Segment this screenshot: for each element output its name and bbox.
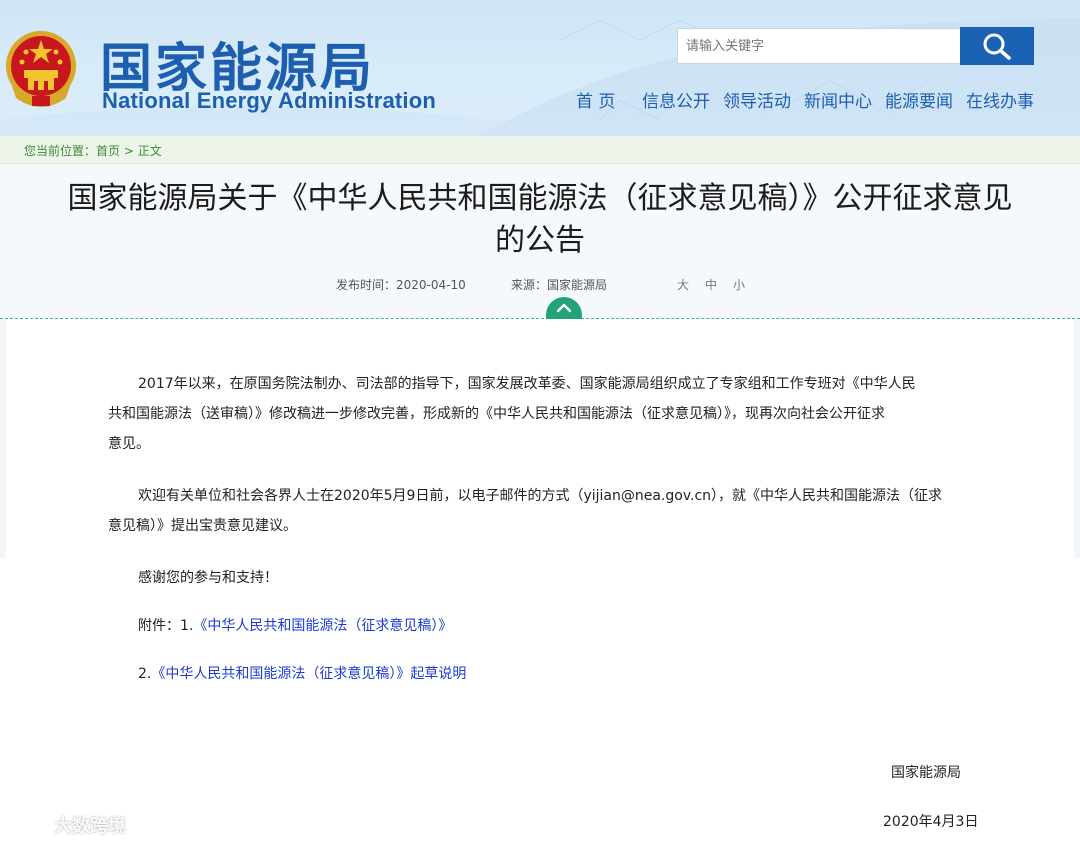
paragraph-1-line2: 共和国能源法（送审稿）》修改稿进一步修改完善，形成新的《中华人民共和国能源法（征… <box>108 406 885 422</box>
left-gutter <box>0 318 6 558</box>
nav-leadership[interactable]: 领导活动 <box>723 87 791 112</box>
breadcrumb-prefix: 您当前位置： <box>24 144 97 158</box>
attachment-label: 附件：1. <box>138 618 194 634</box>
breadcrumb: 您当前位置：首页 > 正文 <box>0 136 1080 164</box>
watermark-logo <box>10 818 50 836</box>
font-size-large[interactable]: 大 <box>677 278 689 292</box>
paragraph-2: 欢迎有关单位和社会各界人士在2020年5月9日前，以电子邮件的方式（yijian… <box>108 481 980 541</box>
attachment-2-number: 2. <box>138 666 152 682</box>
attachment-1: 附件：1.《中华人民共和国能源法（征求意见稿）》 <box>108 611 980 641</box>
publish-date: 2020-04-10 <box>396 278 466 292</box>
watermark: 大数跨境 <box>10 812 126 838</box>
paragraph-1-line3: 意见。 <box>108 436 150 452</box>
font-size-medium[interactable]: 中 <box>705 278 717 292</box>
sign-date: 2020年4月3日 <box>883 814 979 830</box>
paragraph-1-line1: 2017年以来，在原国务院法制办、司法部的指导下，国家发展改革委、国家能源局组织… <box>138 376 916 392</box>
title-divider <box>0 318 1080 319</box>
breadcrumb-current: 正文 <box>137 144 162 158</box>
chevron-up-icon <box>557 303 571 313</box>
source-label: 来源： <box>511 278 548 292</box>
attachment-1-link[interactable]: 《中华人民共和国能源法（征求意见稿）》 <box>193 618 452 634</box>
article-title-line2: 的公告 <box>495 223 585 258</box>
font-size-controls: 大中小 <box>677 276 761 293</box>
site-header: 国家能源局 National Energy Administration 首 页… <box>0 0 1080 136</box>
watermark-text: 大数跨境 <box>54 816 126 837</box>
search-button[interactable] <box>960 27 1034 65</box>
source-info: 来源：国家能源局 <box>511 276 607 293</box>
main-nav: 首 页 信息公开 领导活动 新闻中心 能源要闻 在线办事 <box>0 87 1080 112</box>
right-gutter <box>1074 318 1080 558</box>
nav-home[interactable]: 首 页 <box>576 87 615 112</box>
attachment-2: 2.《中华人民共和国能源法（征求意见稿）》起草说明 <box>108 659 980 689</box>
paragraph-1: 2017年以来，在原国务院法制办、司法部的指导下，国家发展改革委、国家能源局组织… <box>108 369 980 459</box>
article-title-line1: 国家能源局关于《中华人民共和国能源法（征求意见稿）》公开征求意见 <box>67 181 1013 216</box>
signature: 国家能源局 <box>891 765 961 781</box>
publish-info: 发布时间：2020-04-10 <box>336 276 466 293</box>
nav-info-disclosure[interactable]: 信息公开 <box>642 87 710 112</box>
article-title: 国家能源局关于《中华人民共和国能源法（征求意见稿）》公开征求意见 的公告 <box>0 178 1080 262</box>
paragraph-2-line2: 意见稿）》提出宝贵意见建议。 <box>108 518 297 534</box>
breadcrumb-home[interactable]: 首页 <box>96 144 120 158</box>
nav-online-services[interactable]: 在线办事 <box>966 87 1034 112</box>
search-icon <box>983 33 1011 60</box>
font-size-small[interactable]: 小 <box>733 278 745 292</box>
source-value: 国家能源局 <box>547 278 608 292</box>
nav-energy-news[interactable]: 能源要闻 <box>885 87 953 112</box>
paragraph-2-line1: 欢迎有关单位和社会各界人士在2020年5月9日前，以电子邮件的方式（yijian… <box>138 488 943 504</box>
attachment-2-link[interactable]: 《中华人民共和国能源法（征求意见稿）》起草说明 <box>151 666 466 682</box>
search-input[interactable] <box>677 28 961 64</box>
nav-news[interactable]: 新闻中心 <box>804 87 872 112</box>
publish-label: 发布时间： <box>336 278 397 292</box>
thanks-text: 感谢您的参与和支持！ <box>138 570 278 586</box>
breadcrumb-separator: > <box>120 144 138 158</box>
